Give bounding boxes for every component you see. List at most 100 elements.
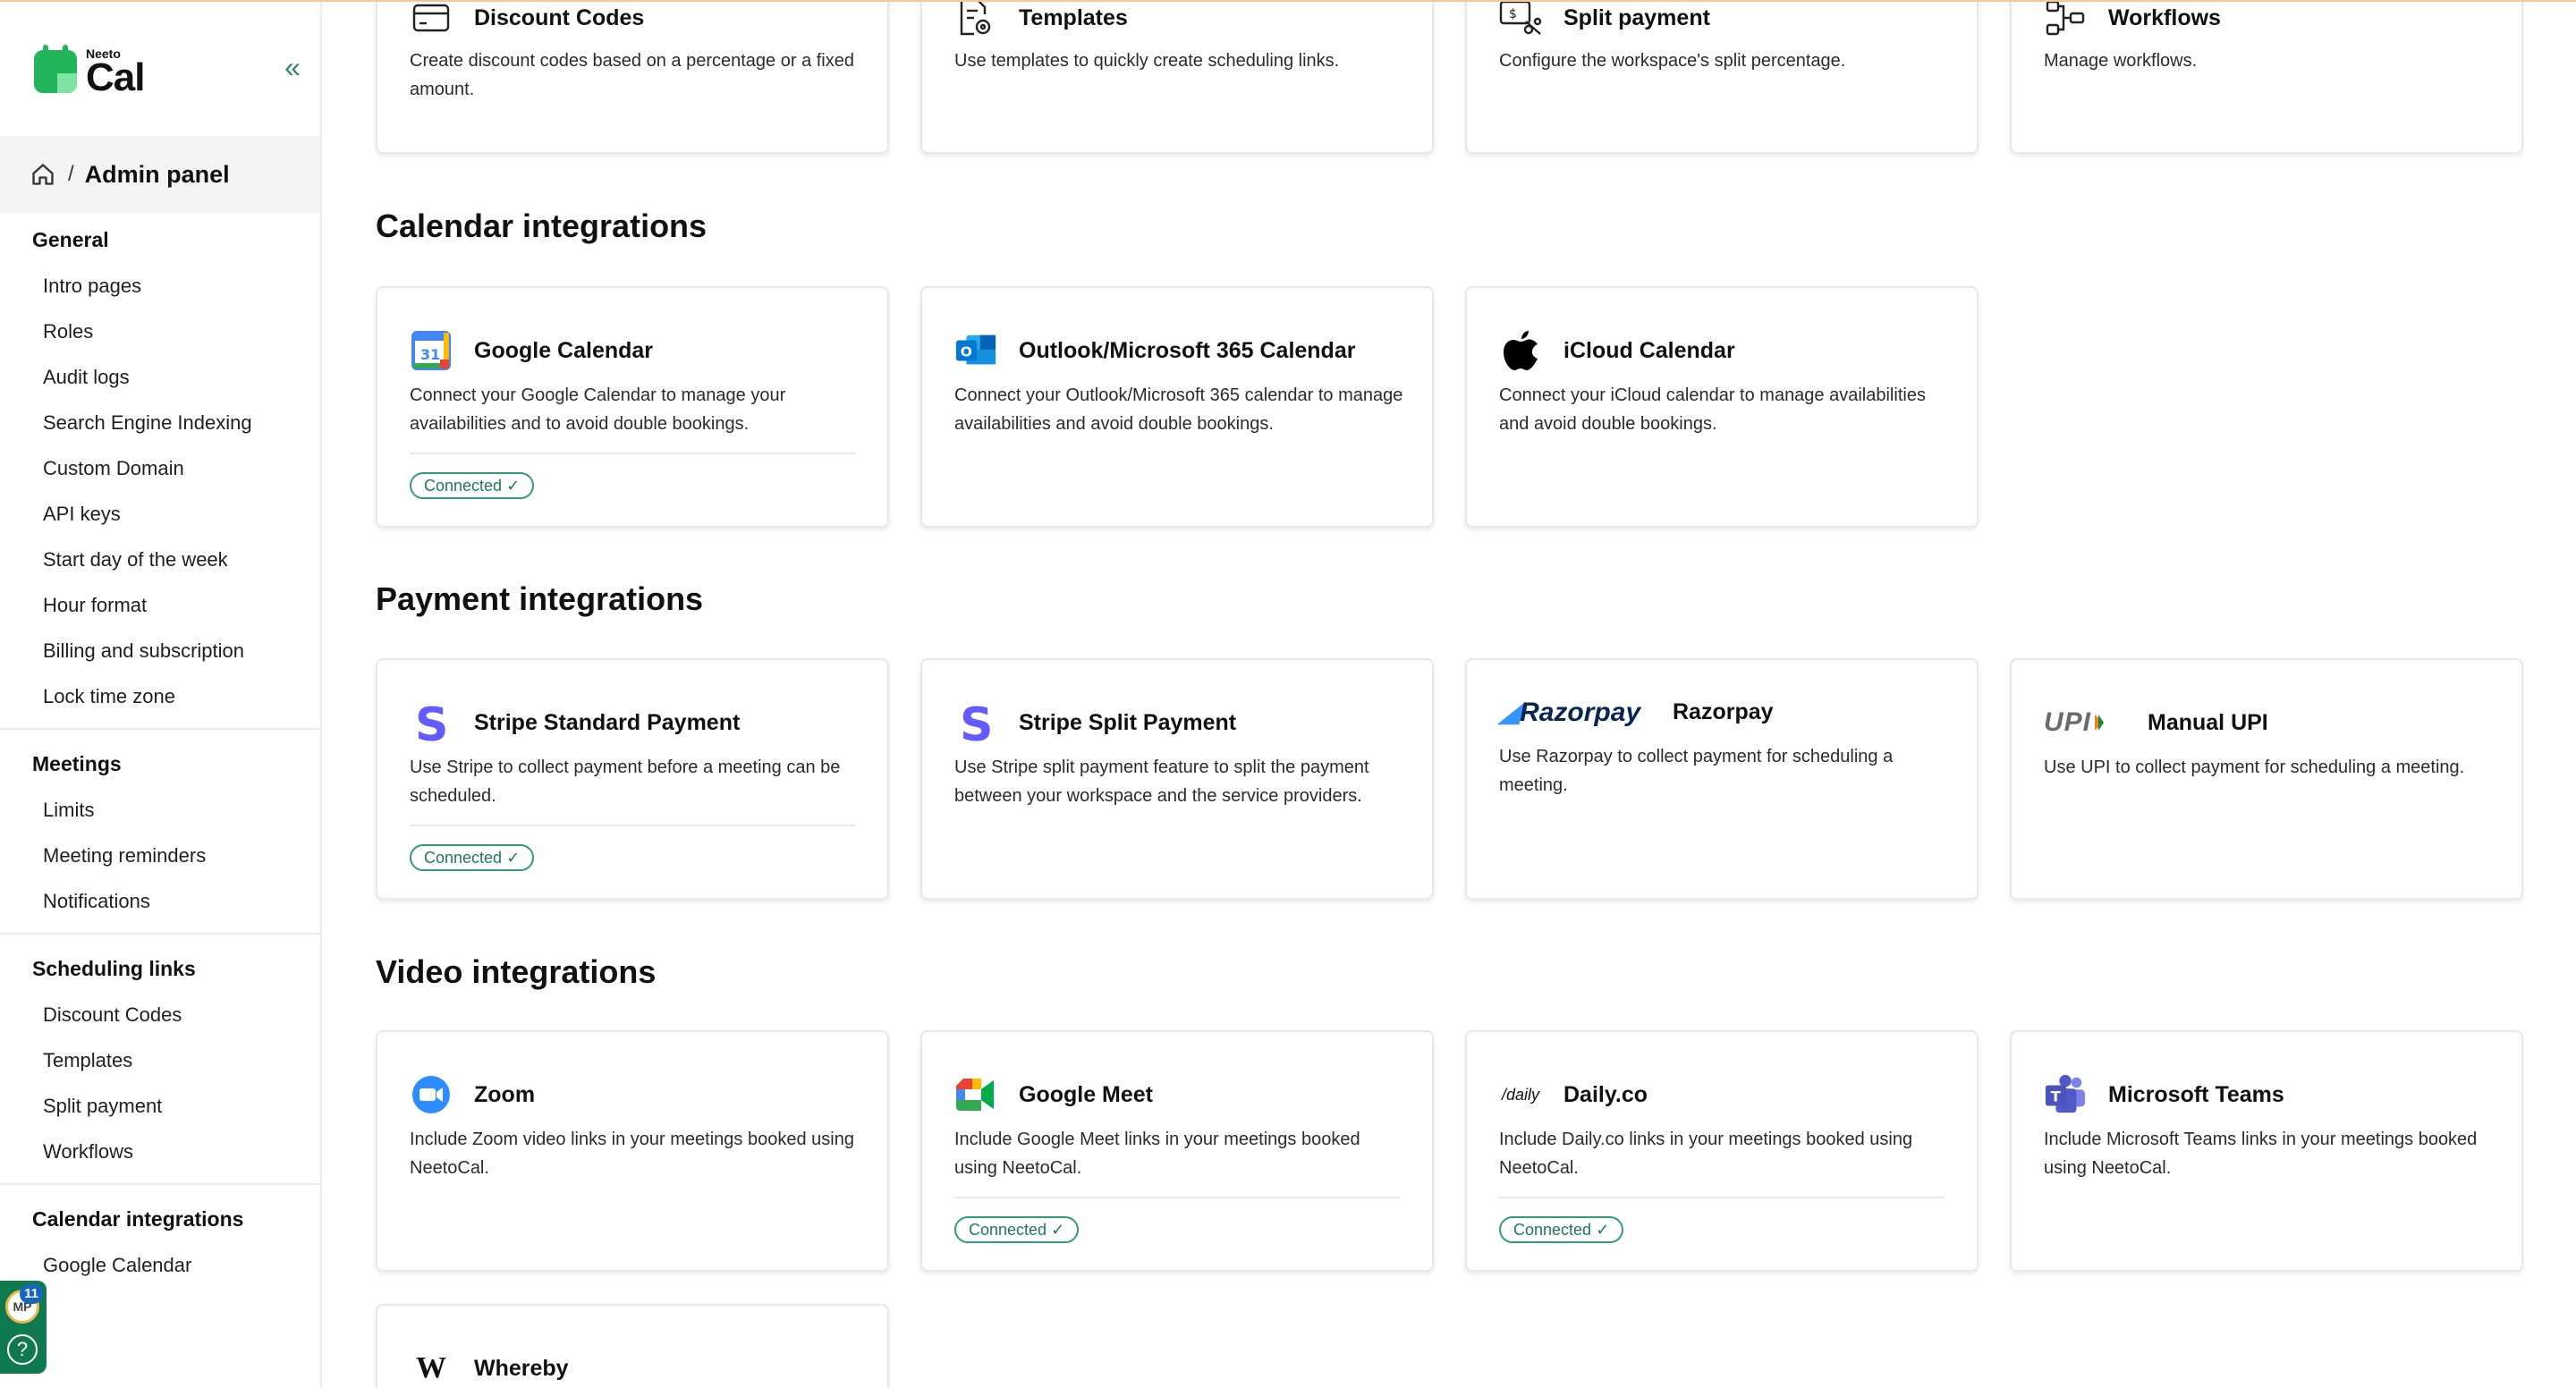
card-description: Use templates to quickly create scheduli… [954,51,1340,71]
sidebar-item-workflows[interactable]: Workflows [0,1129,320,1174]
sidebar-item-split-payment[interactable]: Split payment [0,1083,320,1129]
sidebar-item-templates[interactable]: Templates [0,1037,320,1083]
integration-card-discount-codes[interactable]: Discount Codes Create discount codes bas… [376,0,889,154]
nav-group-general: General Intro pages Roles Audit logs Sea… [0,216,320,719]
sidebar-item-limits[interactable]: Limits [0,787,320,833]
integration-card-whereby[interactable]: W Whereby [376,1304,889,1388]
stripe-icon: S [954,701,997,744]
notification-count-badge: 11 [20,1284,43,1304]
integration-card-daily[interactable]: /daily Daily.co Include Daily.co links i… [1465,1030,1979,1272]
svg-text:S: S [415,701,448,744]
sidebar-divider [0,728,320,730]
integration-card-workflows[interactable]: Workflows Manage workflows. [2010,0,2523,154]
neetocal-logo[interactable]: Neeto Cal [34,45,166,99]
integration-card-templates[interactable]: Templates Use templates to quickly creat… [920,0,1434,154]
card-title: Daily.co [1563,1081,1648,1107]
card-description: Connect your iCloud calendar to manage a… [1499,385,1926,434]
card-title: Razorpay [1673,698,1774,724]
sidebar-item-billing[interactable]: Billing and subscription [0,628,320,673]
top-progress-line [0,0,2576,2]
whereby-logo-text: W [416,1351,446,1384]
collapse-sidebar-icon[interactable]: « [279,53,306,82]
integration-card-outlook[interactable]: O Outlook/Microsoft 365 Calendar Connect… [920,286,1434,528]
sidebar-item-lock-time-zone[interactable]: Lock time zone [0,673,320,719]
card-description: Use UPI to collect payment for schedulin… [2044,757,2465,777]
sidebar-item-google-calendar[interactable]: Google Calendar [0,1242,320,1288]
integration-card-microsoft-teams[interactable]: T Microsoft Teams Include Microsoft Team… [2010,1030,2523,1272]
card-title: Split payment [1563,4,1710,30]
nav-heading-general: General [32,228,109,251]
sidebar-item-audit-logs[interactable]: Audit logs [0,354,320,400]
integration-card-google-calendar[interactable]: 31 Google Calendar Connect your Google C… [376,286,889,528]
integration-card-split-payment[interactable]: $ Split payment Configure the workspace'… [1465,0,1979,154]
integration-card-icloud[interactable]: iCloud Calendar Connect your iCloud cale… [1465,286,1979,528]
integration-card-zoom[interactable]: Zoom Include Zoom video links in your me… [376,1030,889,1272]
google-calendar-icon: 31 [410,329,453,372]
sidebar-item-meeting-reminders[interactable]: Meeting reminders [0,833,320,878]
breadcrumb-separator: / [68,162,74,186]
google-meet-icon [954,1073,997,1116]
apple-icon [1499,329,1542,372]
split-payment-icon: $ [1499,0,1542,39]
stripe-icon: S [410,701,453,744]
svg-text:O: O [961,344,972,360]
integration-card-stripe-standard[interactable]: S Stripe Standard Payment Use Stripe to … [376,658,889,900]
workflow-icon [2044,0,2087,39]
zoom-icon [410,1073,453,1116]
integration-card-razorpay[interactable]: ◢Razorpay Razorpay Use Razorpay to colle… [1465,658,1979,900]
sidebar-item-hour-format[interactable]: Hour format [0,582,320,628]
page-title: Admin panel [84,160,230,188]
breadcrumb: / Admin panel [0,136,320,213]
sidebar-item-roles[interactable]: Roles [0,309,320,354]
sidebar-item-notifications[interactable]: Notifications [0,878,320,924]
teams-icon: T [2044,1073,2087,1116]
sidebar: Neeto Cal « / Admin panel General Intro … [0,0,322,1388]
upi-logo-text: UPI [2044,707,2092,737]
nav-heading-meetings: Meetings [32,752,122,775]
card-description: Configure the workspace's split percenta… [1499,51,1846,71]
sidebar-divider [0,1183,320,1185]
upi-logo: UPI [2044,701,2126,744]
whereby-icon: W [410,1347,453,1388]
card-description: Connect your Google Calendar to manage y… [410,385,786,434]
sidebar-item-custom-domain[interactable]: Custom Domain [0,445,320,491]
home-icon[interactable] [30,162,55,187]
section-title-video: Video integrations [376,953,657,990]
nav-group-scheduling-links: Scheduling links Discount Codes Template… [0,945,320,1174]
card-title: Manual UPI [2148,709,2268,735]
nav-group-meetings: Meetings Limits Meeting reminders Notifi… [0,741,320,924]
sidebar-item-search-engine-indexing[interactable]: Search Engine Indexing [0,400,320,445]
sidebar-item-start-day[interactable]: Start day of the week [0,537,320,582]
svg-text:31: 31 [420,346,440,363]
integration-card-stripe-split[interactable]: S Stripe Split Payment Use Stripe split … [920,658,1434,900]
status-badge: Connected ✓ [954,1216,1080,1243]
card-divider [410,453,855,454]
card-title: Zoom [474,1081,536,1107]
card-description: Include Zoom video links in your meeting… [410,1130,854,1178]
card-title: Outlook/Microsoft 365 Calendar [1019,337,1356,363]
integration-card-manual-upi[interactable]: UPI Manual UPI Use UPI to collect paymen… [2010,658,2523,900]
status-badge: Connected ✓ [410,844,535,871]
status-badge: Connected ✓ [410,472,535,499]
nav-group-calendar-integrations: Calendar integrations Google Calendar [0,1196,320,1288]
nav-heading-scheduling-links: Scheduling links [32,957,196,980]
main-content: Discount Codes Create discount codes bas… [322,0,2576,1388]
nav-heading-calendar-integrations: Calendar integrations [32,1207,244,1231]
card-title: Workflows [2108,4,2221,30]
discount-card-icon [410,0,453,39]
sidebar-item-intro-pages[interactable]: Intro pages [0,263,320,309]
razorpay-logo: ◢Razorpay [1499,697,1641,727]
sidebar-item-discount-codes[interactable]: Discount Codes [0,992,320,1037]
help-icon[interactable]: ? [7,1334,38,1365]
help-widget[interactable]: MP 11 ? [0,1281,47,1374]
card-title: Templates [1019,4,1128,30]
calendar-logo-icon [34,45,77,93]
card-title: Stripe Split Payment [1019,709,1237,735]
card-description: Include Google Meet links in your meetin… [954,1130,1360,1178]
card-divider [1499,1197,1945,1198]
sidebar-item-api-keys[interactable]: API keys [0,491,320,537]
section-title-calendar: Calendar integrations [376,207,708,244]
daily-logo-text: daily [1505,1085,1540,1104]
integration-card-google-meet[interactable]: Google Meet Include Google Meet links in… [920,1030,1434,1272]
card-description: Create discount codes based on a percent… [410,51,854,99]
